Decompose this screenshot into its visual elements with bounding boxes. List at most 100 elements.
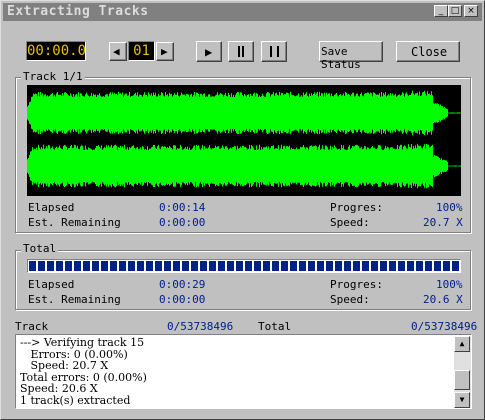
progress-segment [101,261,108,271]
progress-segment [263,261,270,271]
progress-segment [380,261,387,271]
total-progress-label: Progres: [330,278,383,291]
total-speed-value: 20.6 X [423,293,463,306]
close-button[interactable]: Close [396,41,460,62]
scroll-down-button[interactable]: ▼ [454,392,470,408]
next-track-button[interactable]: ▶ [156,42,174,61]
track-elapsed-label: Elapsed [28,201,75,214]
total-elapsed-value: 0:00:29 [159,278,206,291]
progress-segment [434,261,441,271]
previous-track-button[interactable]: ◀ [109,42,127,61]
progress-segment [389,261,396,271]
progress-segment [407,261,414,271]
progress-segment [173,261,180,271]
log-line: Speed: 20.6 X [20,382,98,395]
track-speed-value: 20.7 X [423,216,463,229]
total-speed-label: Speed: [330,293,370,306]
progress-segment [344,261,351,271]
progress-segment [362,261,369,271]
scroll-thumb[interactable] [454,370,470,390]
log-line: ---> Verifying track 15 [20,336,145,349]
progress-segment [137,261,144,271]
track-remaining-label: Est. Remaining [28,216,121,229]
waveform-graph [27,90,461,189]
save-status-button[interactable]: Save Status [319,41,383,71]
title-bar[interactable]: Extracting Tracks _ □ × [3,3,482,21]
progress-segment [110,261,117,271]
progress-segment [272,261,279,271]
progress-segment [335,261,342,271]
progress-segment [155,261,162,271]
progress-segment [371,261,378,271]
log-view[interactable]: ---> Verifying track 15 Errors: 0 (0.00%… [15,334,472,409]
progress-segment [74,261,81,271]
progress-segment [209,261,216,271]
close-label: Close [411,45,448,59]
log-line: 1 track(s) extracted [20,393,131,407]
progress-segment [254,261,261,271]
summary-track-value: 0/53738496 [167,320,234,333]
progress-segment [200,261,207,271]
progress-segment [38,261,45,271]
progress-segment [128,261,135,271]
next-icon: ▶ [161,45,168,58]
progress-segment [290,261,297,271]
prev-icon: ◀ [113,45,120,58]
progress-segment [416,261,423,271]
scroll-down-icon: ▼ [459,395,465,404]
progress-segment [443,261,450,271]
progress-segment [308,261,315,271]
progress-segment [227,261,234,271]
progress-segment [164,261,171,271]
total-group-title: Total [21,242,59,255]
progress-segment [317,261,324,271]
play-button[interactable]: ▶ [196,41,222,62]
minimize-button[interactable]: _ [434,5,448,17]
progress-segment [29,261,36,271]
log-scrollbar[interactable]: ▲ ▼ [454,336,471,408]
progress-segment [425,261,432,271]
progress-segment [92,261,99,271]
track-progress-value: 100% [436,201,463,214]
progress-segment [281,261,288,271]
track-progress-label: Progres: [330,201,383,214]
stop-icon [238,46,244,57]
time-display: 00:00.0 [26,41,87,61]
total-progress-fill [29,261,459,271]
total-progress-bar [27,259,461,273]
maximize-button[interactable]: □ [448,5,462,17]
minimize-icon: _ [438,6,444,16]
progress-segment [83,261,90,271]
stop-button[interactable] [228,41,254,62]
progress-segment [47,261,54,271]
progress-segment [56,261,63,271]
pause-icon [270,46,279,57]
total-progress-value: 100% [436,278,463,291]
progress-segment [218,261,225,271]
log-lines: ---> Verifying track 15 Errors: 0 (0.00%… [20,337,147,406]
window-title: Extracting Tracks [7,4,149,19]
track-group-title: Track 1/1 [21,70,85,83]
scroll-up-button[interactable]: ▲ [454,336,470,352]
total-remaining-label: Est. Remaining [28,293,121,306]
progress-segment [353,261,360,271]
progress-segment [398,261,405,271]
play-icon: ▶ [205,45,213,59]
progress-segment [191,261,198,271]
progress-segment [245,261,252,271]
progress-segment [326,261,333,271]
summary-track-label: Track [15,320,49,333]
progress-segment [452,261,459,271]
maximize-icon: □ [450,6,460,16]
pause-button[interactable] [261,41,287,62]
summary-total-label: Total [258,320,292,333]
waveform-trace [27,90,461,189]
log-line: Speed: 20.7 X [20,359,109,372]
track-elapsed-value: 0:00:14 [159,201,206,214]
waveform-display [27,85,461,196]
progress-segment [299,261,306,271]
progress-segment [65,261,72,271]
progress-segment [146,261,153,271]
save-status-label: Save Status [321,45,361,71]
close-window-button[interactable]: × [464,5,478,17]
